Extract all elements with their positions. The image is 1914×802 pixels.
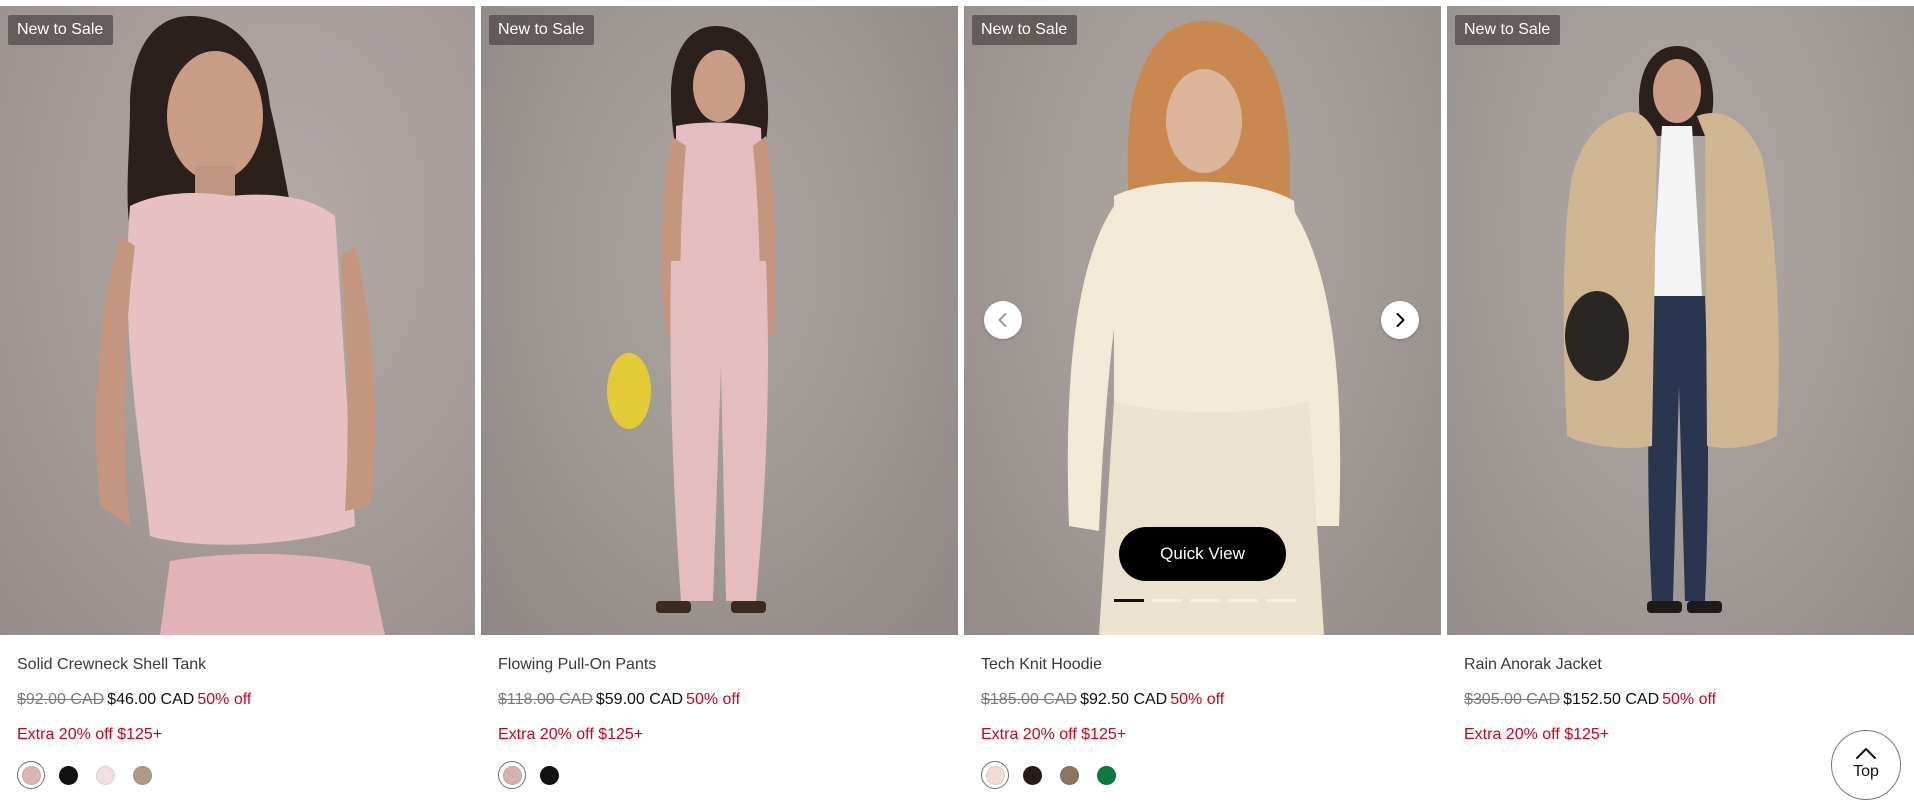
- original-price: $92.00 CAD: [17, 691, 105, 708]
- discount-label: 50% off: [197, 691, 252, 708]
- product-info: Solid Crewneck Shell Tank $92.00 CAD $46.…: [0, 635, 475, 789]
- product-info: Rain Anorak Jacket $305.00 CAD $152.50 CA…: [1447, 635, 1914, 748]
- model-photo: [1563, 46, 1779, 613]
- new-to-sale-badge: New to Sale: [8, 15, 114, 45]
- color-swatches: [17, 761, 458, 789]
- carousel-dot[interactable]: [1190, 599, 1220, 602]
- product-name[interactable]: Rain Anorak Jacket: [1464, 656, 1897, 678]
- carousel-dot[interactable]: [1114, 599, 1144, 602]
- product-grid: New to Sale Solid Crewneck Shell Tank $9…: [0, 6, 1914, 802]
- color-swatch[interactable]: [54, 761, 82, 789]
- product-image[interactable]: New to Sale: [1447, 6, 1914, 635]
- new-to-sale-badge: New to Sale: [489, 15, 595, 45]
- product-info: Flowing Pull-On Pants $118.00 CAD $59.00 …: [481, 635, 958, 789]
- original-price: $118.00 CAD: [498, 691, 593, 708]
- color-swatch[interactable]: [498, 761, 526, 789]
- back-to-top-label: Top: [1853, 762, 1879, 780]
- sale-price: $92.50 CAD: [1080, 691, 1168, 708]
- original-price: $305.00 CAD: [1464, 691, 1561, 708]
- price-line: $92.00 CAD $46.00 CAD 50% off: [17, 691, 458, 713]
- color-swatch[interactable]: [17, 761, 45, 789]
- model-photo: [607, 26, 777, 613]
- product-card: New to Sale Solid Crewneck Shell Tank $9…: [0, 6, 475, 802]
- discount-label: 50% off: [686, 691, 741, 708]
- product-image[interactable]: New to Sale Quick View: [964, 6, 1441, 635]
- quick-view-button[interactable]: Quick View: [1119, 527, 1286, 581]
- sale-price: $46.00 CAD: [107, 691, 195, 708]
- promo-text: Extra 20% off $125+: [498, 726, 644, 743]
- new-to-sale-badge: New to Sale: [1455, 15, 1561, 45]
- product-name[interactable]: Solid Crewneck Shell Tank: [17, 656, 458, 678]
- price-line: $118.00 CAD $59.00 CAD 50% off: [498, 691, 941, 713]
- original-price: $185.00 CAD: [981, 691, 1078, 708]
- carousel-dot[interactable]: [1228, 599, 1258, 602]
- carousel-dot[interactable]: [1266, 599, 1296, 602]
- color-swatch[interactable]: [981, 761, 1009, 789]
- color-swatch[interactable]: [1018, 761, 1046, 789]
- promo-text: Extra 20% off $125+: [981, 726, 1127, 743]
- sale-price: $152.50 CAD: [1563, 691, 1660, 708]
- chevron-up-icon: [1856, 747, 1876, 759]
- carousel-prev-button[interactable]: [984, 301, 1022, 339]
- model-photo: [96, 16, 385, 635]
- product-name[interactable]: Flowing Pull-On Pants: [498, 656, 941, 678]
- back-to-top-button[interactable]: Top: [1831, 730, 1901, 800]
- promo-text: Extra 20% off $125+: [17, 726, 163, 743]
- carousel-next-button[interactable]: [1381, 301, 1419, 339]
- color-swatch[interactable]: [91, 761, 119, 789]
- product-card: New to Sale Rain Anorak Jacket $305.00 C…: [1447, 6, 1914, 802]
- product-image[interactable]: New to Sale: [481, 6, 958, 635]
- product-card: New to Sale Flowing Pull-On Pants $118.0…: [481, 6, 958, 802]
- sale-price: $59.00 CAD: [595, 691, 684, 708]
- chevron-left-icon: [998, 313, 1007, 327]
- price-line: $185.00 CAD $92.50 CAD 50% off: [981, 691, 1424, 713]
- color-swatches: [981, 761, 1424, 789]
- color-swatches: [498, 761, 941, 789]
- promo-text: Extra 20% off $125+: [1464, 726, 1610, 743]
- product-name[interactable]: Tech Knit Hoodie: [981, 656, 1424, 678]
- chevron-right-icon: [1396, 313, 1405, 327]
- color-swatch[interactable]: [128, 761, 156, 789]
- carousel-indicator: [1114, 599, 1296, 602]
- discount-label: 50% off: [1170, 691, 1225, 708]
- new-to-sale-badge: New to Sale: [972, 15, 1078, 45]
- color-swatch[interactable]: [535, 761, 563, 789]
- carousel-dot[interactable]: [1152, 599, 1182, 602]
- product-card: New to Sale Quick View Tech Knit Hoodie …: [964, 6, 1441, 802]
- price-line: $305.00 CAD $152.50 CAD 50% off: [1464, 691, 1897, 713]
- color-swatch[interactable]: [1092, 761, 1120, 789]
- discount-label: 50% off: [1662, 691, 1717, 708]
- product-image[interactable]: New to Sale: [0, 6, 475, 635]
- product-info: Tech Knit Hoodie $185.00 CAD $92.50 CAD 50…: [964, 635, 1441, 789]
- color-swatch[interactable]: [1055, 761, 1083, 789]
